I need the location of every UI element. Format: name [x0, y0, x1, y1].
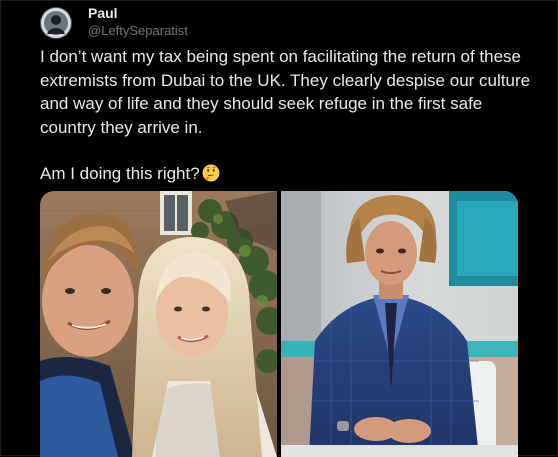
tweet-question-text: Am I doing this right? — [40, 164, 200, 183]
tweet-paragraph: I don’t want my tax being spent on facil… — [40, 47, 531, 137]
photo-tv-studio-man-icon — [281, 191, 518, 457]
tweet-photo-right[interactable] — [281, 191, 518, 457]
tweet-text: I don’t want my tax being spent on facil… — [40, 45, 540, 186]
author-display-name[interactable]: Paul — [88, 5, 188, 22]
thinking-face-emoji-icon — [202, 164, 220, 182]
author-avatar[interactable] — [40, 7, 72, 39]
author-handle[interactable]: @LeftySeparatist — [88, 22, 188, 39]
tweet-paragraph: Am I doing this right? — [40, 162, 540, 186]
author-info: Paul @LeftySeparatist — [88, 5, 188, 39]
user-avatar-icon — [40, 7, 72, 39]
tweet-media-grid[interactable] — [40, 191, 518, 457]
tweet-card: Paul @LeftySeparatist I don’t want my ta… — [0, 0, 558, 457]
tweet-photo-left[interactable] — [40, 191, 277, 457]
photo-couple-selfie-icon — [40, 191, 277, 457]
